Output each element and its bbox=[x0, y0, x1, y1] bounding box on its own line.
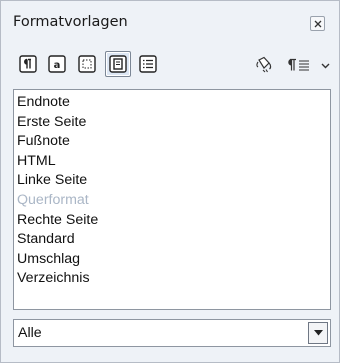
style-category-toolbar: a bbox=[13, 49, 331, 83]
panel-title: Formatvorlagen bbox=[13, 14, 128, 30]
paragraph-styles-icon bbox=[19, 55, 37, 73]
close-icon bbox=[314, 20, 322, 28]
character-styles-button[interactable]: a bbox=[44, 51, 70, 77]
list-item-label: Verzeichnis bbox=[17, 270, 90, 287]
list-item-selected[interactable]: Querformat bbox=[14, 191, 330, 211]
list-item[interactable]: Verzeichnis bbox=[14, 269, 330, 289]
list-item[interactable]: Rechte Seite bbox=[14, 211, 330, 231]
list-item-label: Querformat bbox=[17, 191, 89, 208]
list-item[interactable]: Endnote bbox=[14, 93, 330, 113]
list-item-label: Linke Seite bbox=[17, 172, 88, 189]
list-item-label: Fußnote bbox=[17, 133, 70, 150]
list-item-label: Standard bbox=[17, 231, 75, 248]
styles-panel: Formatvorlagen a Endnote Erste Seite Fuß… bbox=[0, 0, 340, 363]
close-button[interactable] bbox=[310, 16, 325, 31]
list-styles-button[interactable] bbox=[135, 51, 161, 77]
list-item-label: Rechte Seite bbox=[17, 211, 99, 228]
list-item-label: Erste Seite bbox=[17, 113, 87, 130]
filter-dropdown[interactable]: Alle bbox=[13, 319, 331, 347]
frame-styles-button[interactable] bbox=[74, 51, 100, 77]
dropdown-arrow-button[interactable] bbox=[308, 322, 328, 344]
character-styles-icon: a bbox=[48, 55, 66, 73]
fill-format-mode-button[interactable] bbox=[252, 53, 278, 77]
list-item[interactable]: Fußnote bbox=[14, 132, 330, 152]
chevron-down-icon bbox=[313, 330, 323, 336]
new-style-from-selection-button[interactable] bbox=[286, 53, 332, 77]
fill-format-mode-icon bbox=[256, 56, 272, 73]
list-item[interactable]: Standard bbox=[14, 230, 330, 250]
list-item-label: Endnote bbox=[17, 94, 70, 110]
filter-value: Alle bbox=[18, 325, 42, 341]
svg-text:a: a bbox=[54, 60, 61, 71]
list-item[interactable]: Umschlag bbox=[14, 250, 330, 270]
list-item[interactable]: HTML bbox=[14, 152, 330, 172]
styles-list[interactable]: Endnote Erste Seite Fußnote HTML Linke S… bbox=[13, 89, 331, 310]
new-style-from-selection-icon bbox=[288, 58, 330, 71]
list-item-label: HTML bbox=[17, 152, 56, 169]
list-item[interactable]: Linke Seite bbox=[14, 171, 330, 191]
list-item[interactable]: Erste Seite bbox=[14, 113, 330, 133]
paragraph-styles-button[interactable] bbox=[15, 51, 41, 77]
list-item-label: Umschlag bbox=[17, 250, 81, 267]
frame-styles-icon bbox=[78, 55, 96, 73]
page-styles-button[interactable] bbox=[105, 51, 131, 77]
page-styles-icon bbox=[109, 55, 127, 73]
list-styles-icon bbox=[139, 55, 157, 73]
